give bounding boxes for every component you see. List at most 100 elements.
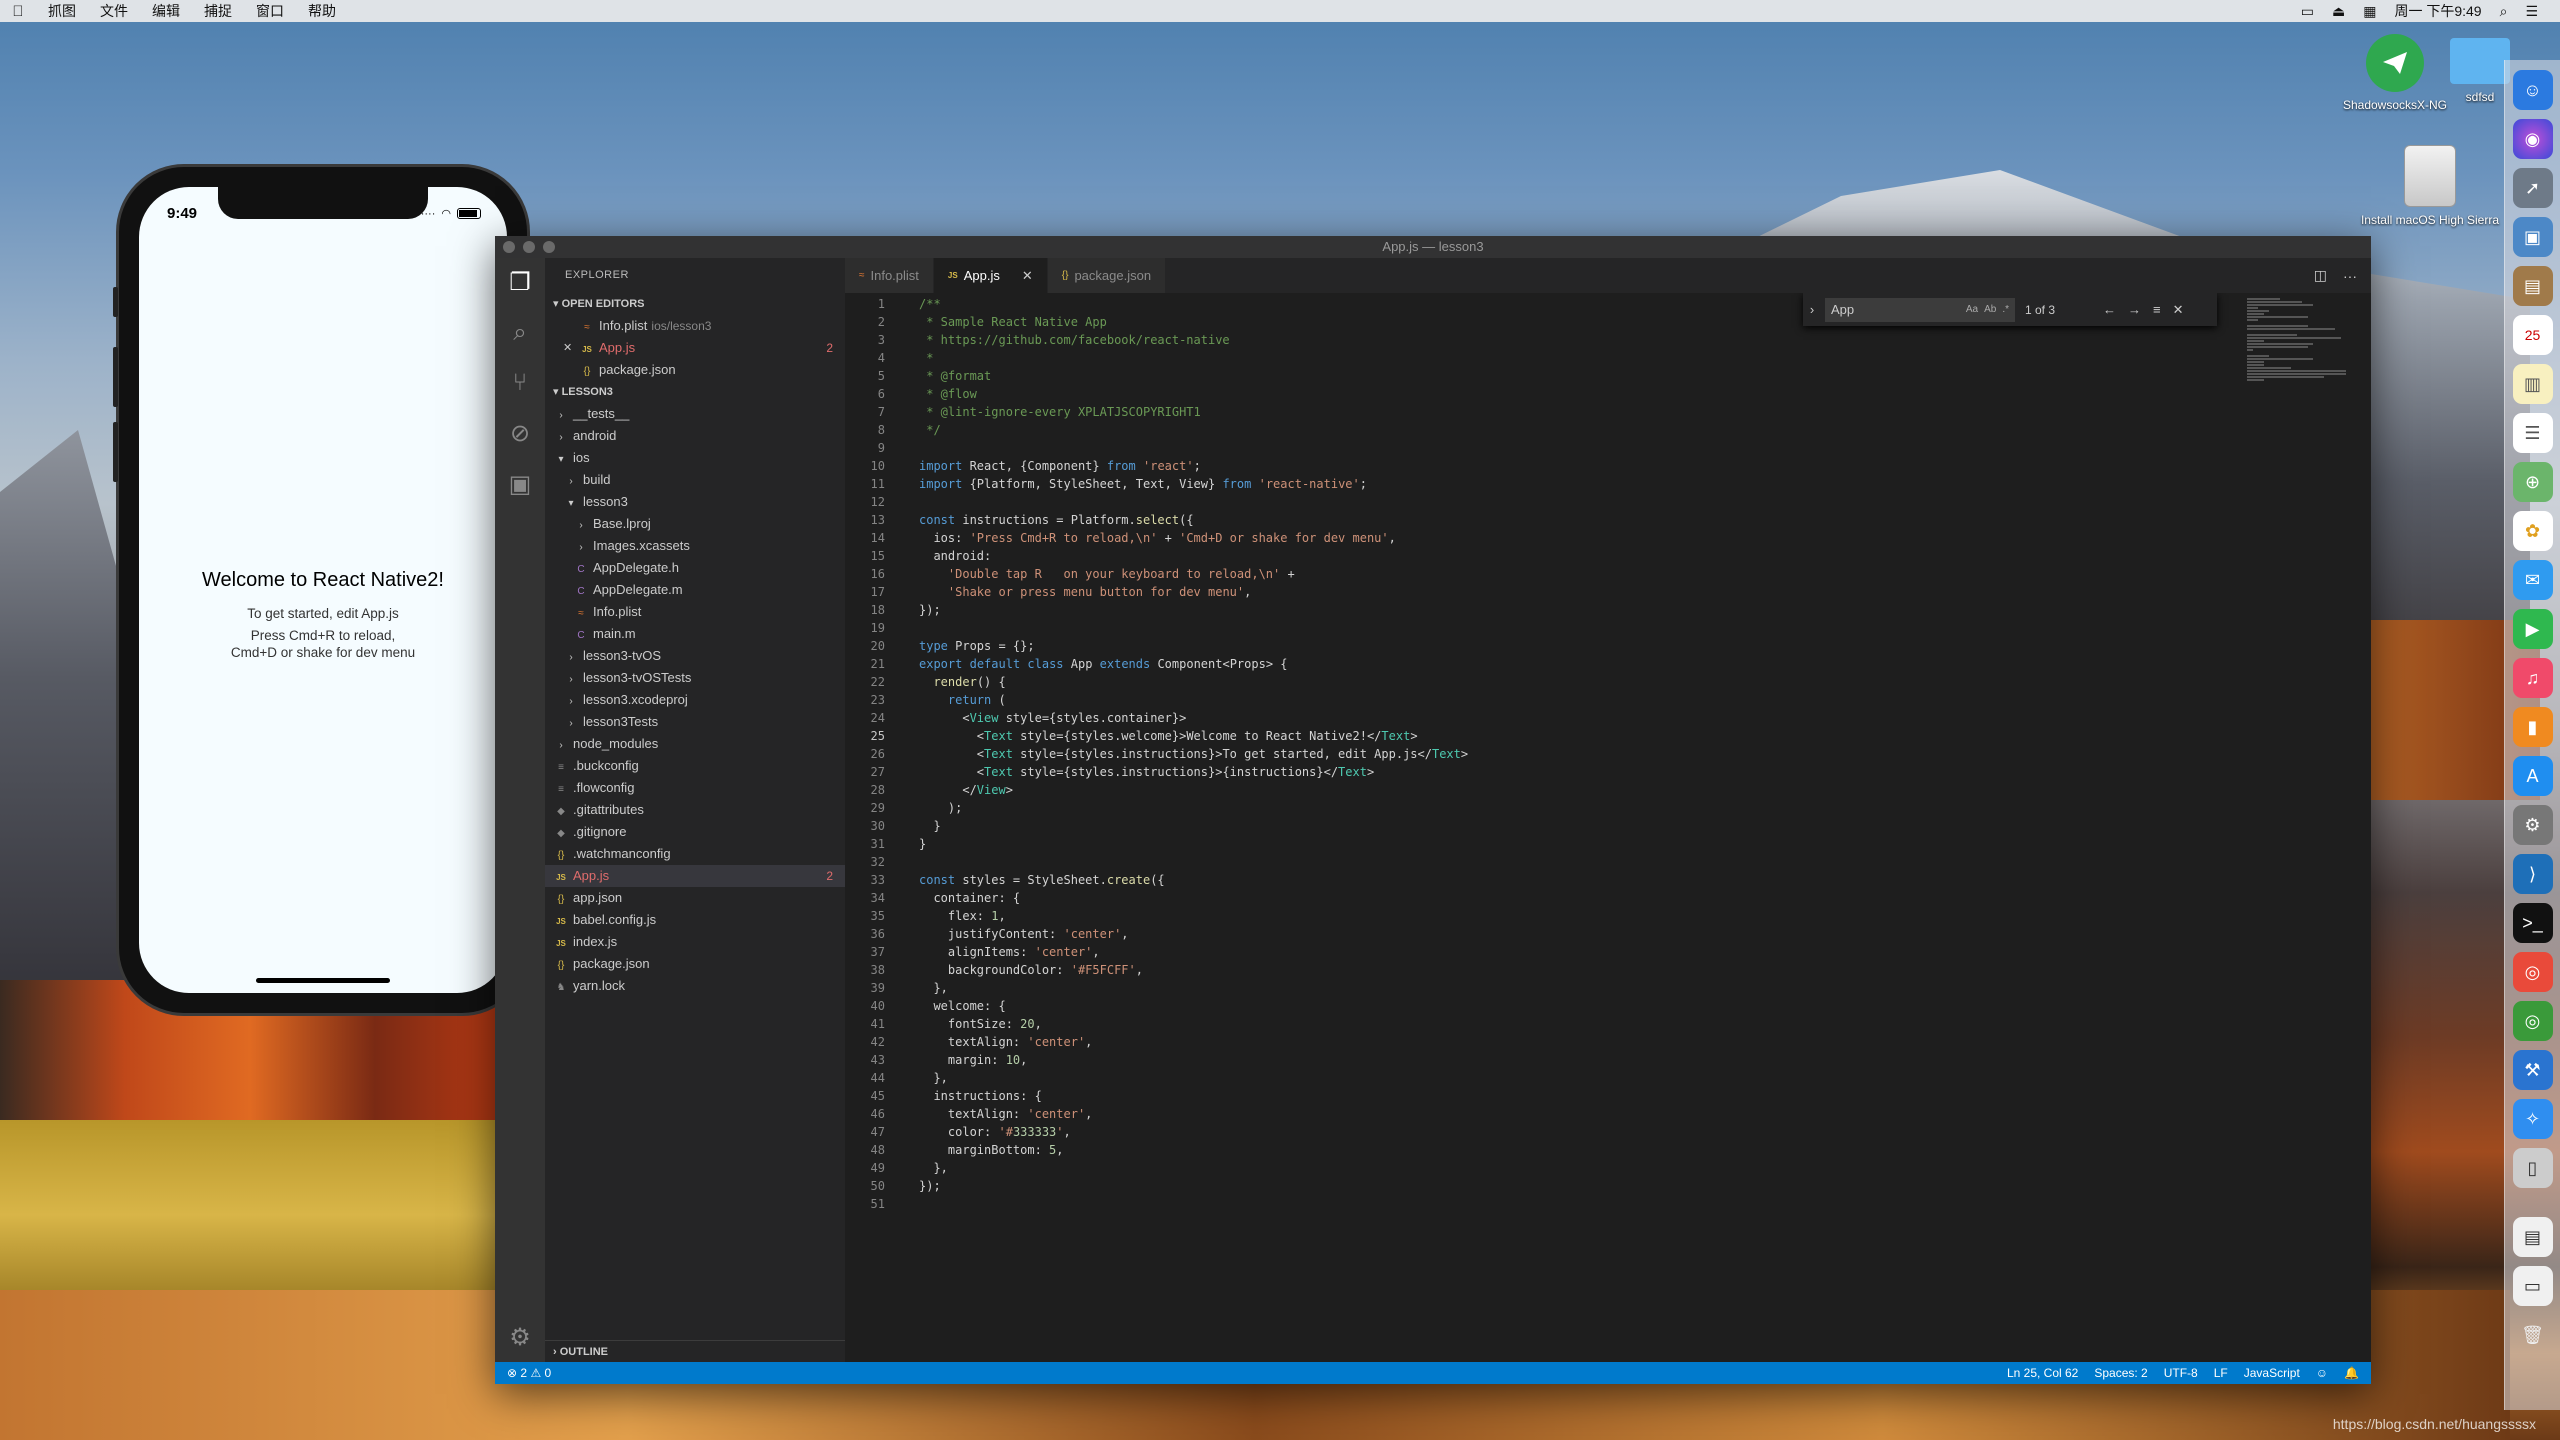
code-line[interactable]: 39 }, <box>845 979 2371 997</box>
find-in-selection-icon[interactable]: ≡ <box>2153 302 2161 318</box>
tree-item[interactable]: {} app.json <box>545 887 845 909</box>
feedback-icon[interactable]: ☺ <box>2316 1366 2328 1380</box>
cursor-position[interactable]: Ln 25, Col 62 <box>2007 1366 2078 1380</box>
reminders-icon[interactable]: ☰ <box>2512 413 2553 453</box>
menu-item[interactable]: 抓图 <box>36 1 88 21</box>
code-line[interactable]: 12 <box>845 493 2371 511</box>
volume-down-button[interactable] <box>113 422 118 482</box>
code-line[interactable]: 37 alignItems: 'center', <box>845 943 2371 961</box>
code-line[interactable]: 48 marginBottom: 5, <box>845 1141 2371 1159</box>
close-tab-icon[interactable]: ✕ <box>1022 258 1033 293</box>
tree-item[interactable]: › node_modules <box>545 733 845 755</box>
previous-match-icon[interactable]: ← <box>2103 302 2116 318</box>
vscode-icon[interactable]: ⟩ <box>2512 854 2553 894</box>
encoding[interactable]: UTF-8 <box>2164 1366 2198 1380</box>
code-line[interactable]: 42 textAlign: 'center', <box>845 1033 2371 1051</box>
safari-icon[interactable]: ✧ <box>2512 1099 2553 1139</box>
terminal-icon[interactable]: >_ <box>2512 903 2553 943</box>
code-line[interactable]: 15 android: <box>845 547 2371 565</box>
indentation[interactable]: Spaces: 2 <box>2094 1366 2147 1380</box>
tree-item[interactable]: › build <box>545 469 845 491</box>
code-line[interactable]: 38 backgroundColor: '#F5FCFF', <box>845 961 2371 979</box>
code-line[interactable]: 34 container: { <box>845 889 2371 907</box>
source-control-icon[interactable]: ⑂ <box>513 369 527 397</box>
close-window-button[interactable] <box>503 241 515 253</box>
open-editor-item[interactable]: {} package.json <box>545 359 845 381</box>
minimize-window-button[interactable] <box>523 241 535 253</box>
tree-item[interactable]: ◆ .gitignore <box>545 821 845 843</box>
tree-item[interactable]: JS babel.config.js <box>545 909 845 931</box>
code-line[interactable]: 16 'Double tap R on your keyboard to rel… <box>845 565 2371 583</box>
match-case-toggle[interactable]: Aa <box>1966 298 1978 322</box>
code-line[interactable]: 13 const instructions = Platform.select({ <box>845 511 2371 529</box>
facetime-icon[interactable]: ▶ <box>2512 609 2553 649</box>
code-line[interactable]: 50}); <box>845 1177 2371 1195</box>
more-actions-icon[interactable]: ··· <box>2343 268 2357 284</box>
code-line[interactable]: 29 ); <box>845 799 2371 817</box>
tab-info-plist[interactable]: ≈ Info.plist <box>845 258 934 293</box>
calendar-icon[interactable]: ▦ <box>2363 3 2376 20</box>
split-editor-icon[interactable]: ◫ <box>2314 267 2327 284</box>
code-line[interactable]: 4 * <box>845 349 2371 367</box>
code-line[interactable]: 40 welcome: { <box>845 997 2371 1015</box>
code-line[interactable]: 28 </View> <box>845 781 2371 799</box>
spotlight-icon[interactable]: ⌕ <box>2500 3 2508 20</box>
tree-item[interactable]: {} .watchmanconfig <box>545 843 845 865</box>
code-line[interactable]: 30 } <box>845 817 2371 835</box>
code-line[interactable]: 44 }, <box>845 1069 2371 1087</box>
itunes-icon[interactable]: ♫ <box>2512 658 2553 698</box>
extensions-icon[interactable]: ▣ <box>509 470 532 499</box>
contacts-icon[interactable]: ▤ <box>2512 266 2553 306</box>
tree-item[interactable]: › Base.lproj <box>545 513 845 535</box>
code-line[interactable]: 33 const styles = StyleSheet.create({ <box>845 871 2371 889</box>
line-ending[interactable]: LF <box>2214 1366 2228 1380</box>
code-line[interactable]: 36 justifyContent: 'center', <box>845 925 2371 943</box>
tree-item[interactable]: › lesson3-tvOS <box>545 645 845 667</box>
code-line[interactable]: 11 import {Platform, StyleSheet, Text, Vi… <box>845 475 2371 493</box>
code-line[interactable]: 47 color: '#333333', <box>845 1123 2371 1141</box>
siri-icon[interactable]: ◉ <box>2512 119 2553 159</box>
code-line[interactable]: 49 }, <box>845 1159 2371 1177</box>
gear-icon[interactable]: ⚙ <box>509 1323 531 1352</box>
preview-icon[interactable]: ▣ <box>2512 217 2553 257</box>
code-line[interactable]: 17 'Shake or press menu button for dev m… <box>845 583 2371 601</box>
menu-item[interactable]: 编辑 <box>140 1 192 21</box>
tab-app-js[interactable]: JS App.js ✕ <box>933 258 1048 293</box>
tree-item[interactable]: C AppDelegate.m <box>545 579 845 601</box>
next-match-icon[interactable]: → <box>2128 302 2141 318</box>
tree-item[interactable]: JS App.js 2 <box>545 865 845 887</box>
menu-item[interactable]: 文件 <box>88 1 140 21</box>
clock[interactable]: 周一 下午9:49 <box>2394 1 2481 21</box>
regex-toggle[interactable]: .* <box>2002 298 2009 322</box>
notes-icon[interactable]: ▥ <box>2512 364 2553 404</box>
code-line[interactable]: 31} <box>845 835 2371 853</box>
tree-item[interactable]: › lesson3Tests <box>545 711 845 733</box>
code-line[interactable]: 27 <Text style={styles.instructions}>{in… <box>845 763 2371 781</box>
xcode-icon[interactable]: ⚒ <box>2512 1050 2553 1090</box>
tree-item[interactable]: › Images.xcassets <box>545 535 845 557</box>
system-preferences-icon[interactable]: ⚙ <box>2512 805 2553 845</box>
debug-icon[interactable]: ⊘ <box>510 419 530 448</box>
maps-icon[interactable]: ⊕ <box>2512 462 2553 502</box>
match-word-toggle[interactable]: Ab <box>1984 298 1996 322</box>
trash-icon[interactable]: 🗑 <box>2513 1315 2553 1355</box>
menu-item[interactable]: 捕捉 <box>192 1 244 21</box>
tree-item[interactable]: › lesson3.xcodeproj <box>545 689 845 711</box>
code-line[interactable]: 23 return ( <box>845 691 2371 709</box>
code-line[interactable]: 22 render() { <box>845 673 2371 691</box>
minimap[interactable] <box>2247 297 2357 417</box>
search-icon[interactable]: ⌕ <box>513 319 526 347</box>
code-line[interactable]: 21 export default class App extends Compo… <box>845 655 2371 673</box>
tree-item[interactable]: › lesson3-tvOSTests <box>545 667 845 689</box>
code-line[interactable]: 19 <box>845 619 2371 637</box>
tree-item[interactable]: ▾ ios <box>545 447 845 469</box>
tree-item[interactable]: ♞ yarn.lock <box>545 975 845 997</box>
open-editor-item[interactable]: ✕ JS App.js 2 <box>545 337 845 359</box>
project-section[interactable]: ▾ LESSON3 <box>545 381 845 403</box>
code-line[interactable]: 43 margin: 10, <box>845 1051 2371 1069</box>
language-mode[interactable]: JavaScript <box>2244 1366 2300 1380</box>
app-store-icon[interactable]: A <box>2512 756 2553 796</box>
code-editor[interactable]: 1 /** 2 * Sample React Native App 3 * https… <box>845 293 2371 1362</box>
open-editor-item[interactable]: ≈ Info.plist ios/lesson3 <box>545 315 845 337</box>
messages-icon[interactable]: ✉ <box>2512 560 2553 600</box>
